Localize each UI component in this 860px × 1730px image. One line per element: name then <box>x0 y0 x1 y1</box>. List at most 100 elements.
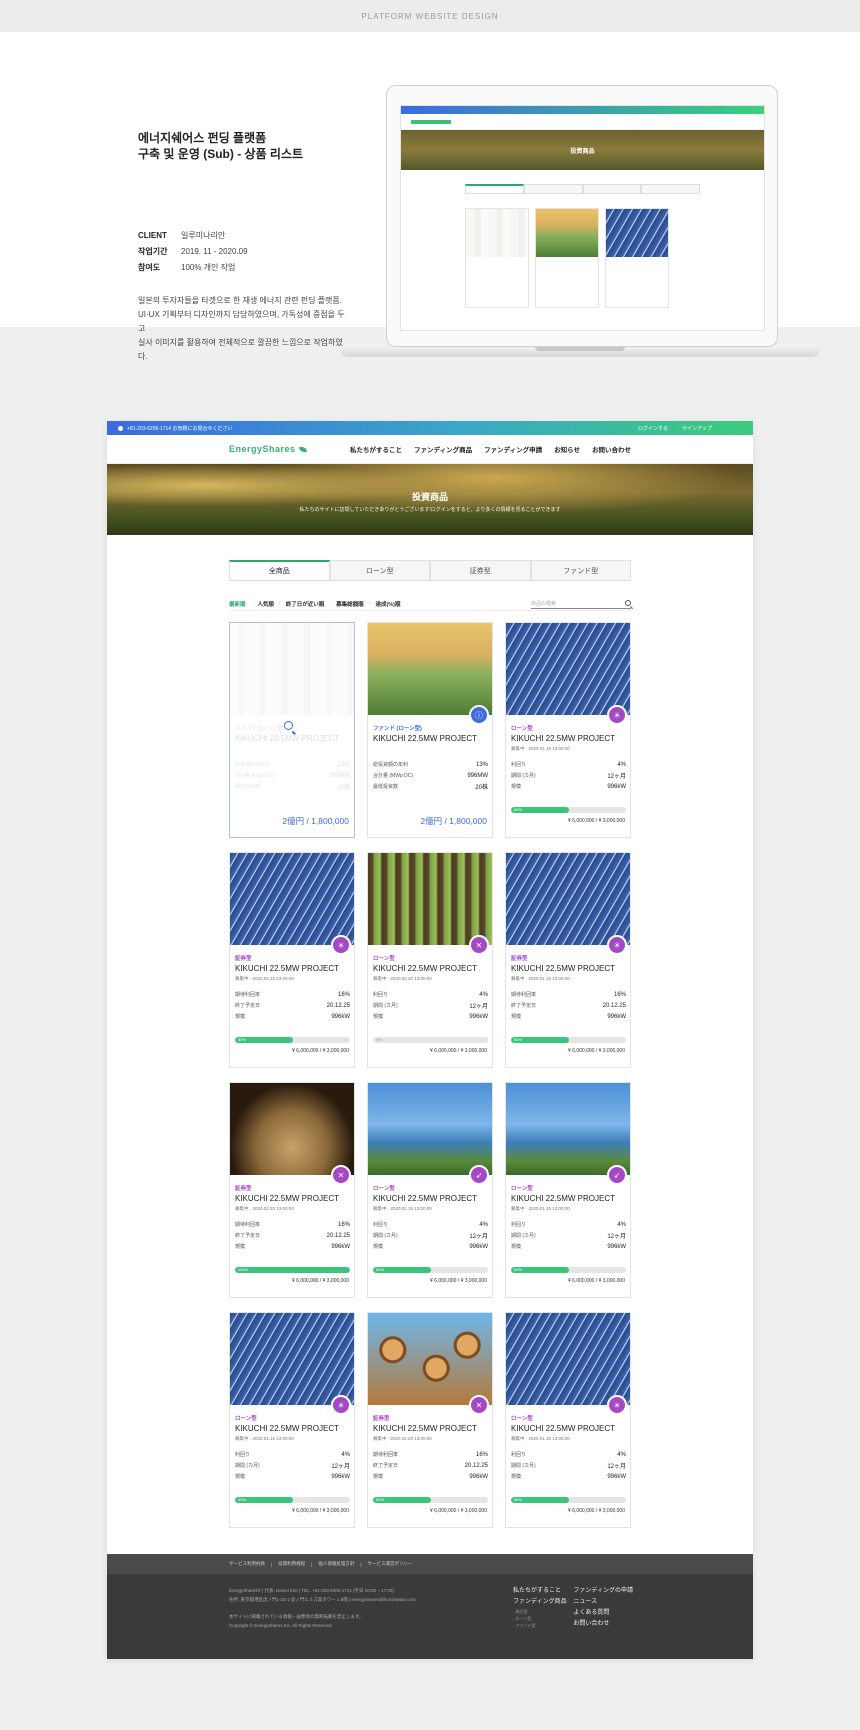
footer-nav-item[interactable]: 私たちがすること <box>513 1586 567 1597</box>
product-card[interactable]: ➶ ローン型 KIKUCHI 22.5MW PROJECT 募集中 · 2020.01… <box>367 1082 493 1298</box>
hero-title: 投資商品 <box>411 492 448 502</box>
detail-value: 4% <box>479 991 488 998</box>
product-title[interactable]: KIKUCHI 22.5MW PROJECT <box>235 1194 339 1203</box>
footer-nav-item[interactable]: よくある質問 <box>573 1608 633 1619</box>
detail-label: 終了予定日 <box>235 1233 261 1239</box>
product-status: 募集中 · 2020.01.15 13:00:00 <box>373 1206 432 1211</box>
detail-label: 期間 (カ月) <box>511 1233 536 1239</box>
progress-percent: 50% <box>376 1497 385 1502</box>
footer-link[interactable]: 個人情報処理方針 <box>318 1561 354 1567</box>
product-card[interactable]: ✕ ローン型 KIKUCHI 22.5MW PROJECT 募集中 · 2020.02… <box>367 852 493 1068</box>
sort-newest[interactable]: 最新順 <box>229 600 246 608</box>
desc-line: 실사 이미지를 활용하여 전체적으로 깔끔한 느낌으로 작업하였다. <box>138 338 343 361</box>
product-card[interactable]: ✕ 証券型 KIKUCHI 22.5MW PROJECT 募集中 · 2020.02.… <box>367 1312 493 1528</box>
product-image <box>230 1313 354 1405</box>
product-title[interactable]: KIKUCHI 22.5MW PROJECT <box>511 1424 615 1433</box>
product-card[interactable]: ☀ ローン型 KIKUCHI 22.5MW PROJECT 募集中 · 2020.01… <box>505 1312 631 1528</box>
product-card[interactable]: ☀ ローン型 KIKUCHI 22.5MW PROJECT 募集中 · 2020.01… <box>505 622 631 838</box>
product-amount: ¥ 6,000,000 / ¥ 3,000,000 <box>568 1048 625 1054</box>
footer-nav-item[interactable]: ニュース <box>573 1597 633 1608</box>
sort-achieved[interactable]: 達成(%)順 <box>375 600 400 608</box>
tab-fund[interactable]: ファンド型 <box>530 560 631 580</box>
detail-row: 期待利回率 16% <box>373 1449 488 1460</box>
product-card[interactable]: ⓘ ファンド (ローン型) KIKUCHI 22.5MW PROJECT 総投資額の年… <box>367 622 493 838</box>
product-card[interactable]: ☀ ローン型 KIKUCHI 22.5MW PROJECT 募集中 · 2020.01… <box>229 1312 355 1528</box>
title-line: 에너지쉐어스 펀딩 플랫폼 <box>138 131 267 145</box>
tab-securities[interactable]: 証券型 <box>430 560 531 580</box>
product-title[interactable]: KIKUCHI 22.5MW PROJECT <box>373 1424 477 1433</box>
product-title[interactable]: KIKUCHI 22.5MW PROJECT <box>373 734 477 743</box>
product-type: ローン型 <box>373 956 395 962</box>
product-type: ローン型 <box>511 726 533 732</box>
detail-value: 20株 <box>475 785 488 791</box>
nav-item-apply[interactable]: ファンディング申請 <box>484 444 542 454</box>
footer-link[interactable]: 投資利用規程 <box>278 1561 305 1567</box>
footer-nav-item[interactable]: お問い合わせ <box>573 1619 633 1630</box>
search-icon[interactable] <box>625 600 631 606</box>
detail-row: 終了予定日 20.12.25 <box>235 1000 350 1011</box>
product-title[interactable]: KIKUCHI 22.5MW PROJECT <box>235 1424 339 1433</box>
footer-link[interactable]: サービス利用約款 <box>229 1561 265 1567</box>
product-details: 利回り 4% 期間 (カ月) 12ヶ月 規模 996kW <box>511 1219 626 1252</box>
mini-nav <box>401 114 764 130</box>
product-status: 募集中 · 2020.01.15 13:00:00 <box>235 1436 294 1441</box>
meta-value: 100% 개인 작업 <box>181 263 236 272</box>
product-card[interactable]: ➶ ローン型 KIKUCHI 22.5MW PROJECT 募集中 · 2020.01… <box>505 1082 631 1298</box>
footer-nav-sub[interactable]: - ファンド型 <box>513 1622 567 1629</box>
product-title[interactable]: KIKUCHI 22.5MW PROJECT <box>373 964 477 973</box>
footer-nav-item[interactable]: ファンディングの申請 <box>573 1586 633 1597</box>
sort-total[interactable]: 募集総額順 <box>336 600 364 608</box>
product-amount: ¥ 6,000,000 / ¥ 3,000,000 <box>292 1508 349 1514</box>
search-input[interactable]: 商品の検索 <box>531 598 631 609</box>
product-type: 証券型 <box>235 956 252 962</box>
detail-row: 利回り 4% <box>235 1449 350 1460</box>
zoom-icon[interactable] <box>284 721 293 730</box>
detail-row: 利回り 4% <box>373 989 488 1000</box>
category-icon: ✕ <box>331 1165 351 1185</box>
product-card[interactable]: ☀ 証券型 KIKUCHI 22.5MW PROJECT 募集中 · 2020.01.… <box>229 852 355 1068</box>
detail-row: 合計量 (MWp DC) 996MW <box>373 770 488 781</box>
footer-nav-item[interactable]: ファンディング商品 <box>513 1597 567 1608</box>
detail-label: 規模 <box>373 1244 384 1250</box>
footer-nav-sub[interactable]: - 株式型 <box>513 1608 567 1615</box>
detail-value: 12ヶ月 <box>607 1464 626 1470</box>
product-card[interactable]: ☀ 証券型 KIKUCHI 22.5MW PROJECT 募集中 · 2020.01.… <box>505 852 631 1068</box>
sort-ending[interactable]: 終了日が近い順 <box>286 600 325 608</box>
nav-item-contact[interactable]: お問い合わせ <box>592 444 631 454</box>
nav-item-products[interactable]: ファンディング商品 <box>414 444 472 454</box>
detail-value: 13% <box>337 761 350 768</box>
product-amount: ¥ 6,000,000 / ¥ 3,000,000 <box>292 1048 349 1054</box>
nav-item-about[interactable]: 私たちがすること <box>350 444 402 454</box>
progress-bar: 50% <box>235 1037 350 1043</box>
mini-tabs <box>465 184 700 194</box>
product-title[interactable]: KIKUCHI 22.5MW PROJECT <box>235 734 339 743</box>
product-amount: ¥ 6,000,000 / ¥ 3,000,000 <box>292 1278 349 1284</box>
mini-card-image <box>536 209 598 257</box>
title-line: 구축 및 운영 (Sub) - 상품 리스트 <box>138 147 304 161</box>
footer-info-line: EnergyShares® | 代表: Daniel Kim | TEL: +8… <box>229 1588 394 1593</box>
nav-item-news[interactable]: お知らせ <box>554 444 580 454</box>
product-title[interactable]: KIKUCHI 22.5MW PROJECT <box>235 964 339 973</box>
tab-loan[interactable]: ローン型 <box>329 560 430 580</box>
category-tabs: 全商品 ローン型 証券型 ファンド型 <box>229 560 631 581</box>
login-link[interactable]: ログインする <box>638 425 668 432</box>
footer-link[interactable]: サービス運営ポリシー <box>368 1561 413 1567</box>
product-title[interactable]: KIKUCHI 22.5MW PROJECT <box>511 1194 615 1203</box>
detail-value: 12ヶ月 <box>607 1234 626 1240</box>
category-icon: ☀ <box>607 705 627 725</box>
footer-nav-sub[interactable]: - ローン型 <box>513 1615 567 1622</box>
product-card[interactable]: ファンド (ローン型) KIKUCHI 22.5MW PROJECT 総投資額の年利… <box>229 622 355 838</box>
site-logo[interactable]: EnergyShares <box>229 444 307 454</box>
product-card[interactable]: ✕ 証券型 KIKUCHI 22.5MW PROJECT 募集中 · 2020.02.… <box>229 1082 355 1298</box>
sort-popular[interactable]: 人気順 <box>257 600 274 608</box>
signup-link[interactable]: サインアップ <box>682 425 712 432</box>
detail-label: 期間 (カ月) <box>235 1463 260 1469</box>
product-title[interactable]: KIKUCHI 22.5MW PROJECT <box>373 1194 477 1203</box>
detail-label: 期間 (カ月) <box>373 1003 398 1009</box>
detail-value: 996kW <box>331 1013 350 1020</box>
tab-all[interactable]: 全商品 <box>229 560 330 580</box>
progress-percent: 100% <box>238 1267 249 1272</box>
detail-value: 996kW <box>469 1013 488 1020</box>
product-title[interactable]: KIKUCHI 22.5MW PROJECT <box>511 734 615 743</box>
product-title[interactable]: KIKUCHI 22.5MW PROJECT <box>511 964 615 973</box>
